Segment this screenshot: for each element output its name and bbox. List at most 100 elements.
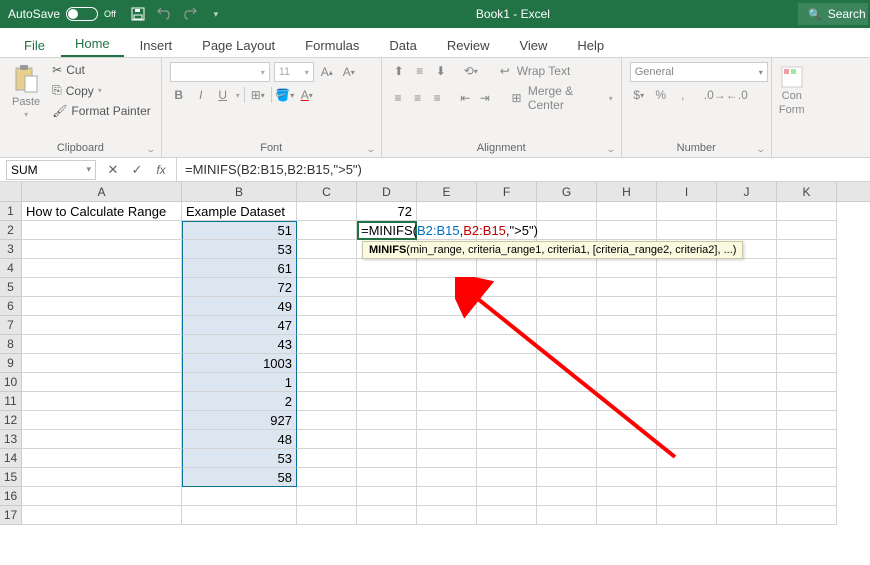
cell[interactable]: 72: [182, 278, 297, 297]
cell[interactable]: [297, 430, 357, 449]
cell[interactable]: 49: [182, 297, 297, 316]
cell[interactable]: [297, 411, 357, 430]
cell[interactable]: [297, 468, 357, 487]
fill-color-icon[interactable]: 🪣▾: [276, 86, 294, 104]
cell[interactable]: Example Dataset: [182, 202, 297, 221]
cell[interactable]: [22, 221, 182, 240]
cell[interactable]: [22, 411, 182, 430]
cell[interactable]: [297, 354, 357, 373]
cell[interactable]: [22, 240, 182, 259]
formula-input[interactable]: =MINIFS(B2:B15,B2:B15,">5"): [177, 162, 870, 177]
cell[interactable]: [477, 202, 537, 221]
row-header[interactable]: 3: [0, 240, 22, 259]
cell[interactable]: [777, 354, 837, 373]
increase-indent-icon[interactable]: ⇥: [477, 89, 494, 107]
copy-button[interactable]: ⎘Copy▾: [50, 82, 153, 99]
cell[interactable]: [22, 335, 182, 354]
align-bottom-icon[interactable]: ⬇: [432, 62, 450, 80]
cell[interactable]: [22, 278, 182, 297]
row-header[interactable]: 2: [0, 221, 22, 240]
cell[interactable]: [22, 449, 182, 468]
cell[interactable]: [777, 297, 837, 316]
cell[interactable]: [297, 297, 357, 316]
col-header[interactable]: I: [657, 182, 717, 201]
cell[interactable]: 51: [182, 221, 297, 240]
cell[interactable]: [297, 392, 357, 411]
italic-button[interactable]: I: [192, 86, 210, 104]
cell[interactable]: [477, 506, 537, 525]
col-header[interactable]: K: [777, 182, 837, 201]
cell[interactable]: [537, 221, 597, 240]
cell[interactable]: [777, 221, 837, 240]
cell[interactable]: [657, 221, 717, 240]
cell[interactable]: [777, 411, 837, 430]
row-header[interactable]: 5: [0, 278, 22, 297]
cell[interactable]: [357, 430, 417, 449]
cell[interactable]: [22, 259, 182, 278]
cell[interactable]: [717, 506, 777, 525]
cell[interactable]: 2: [182, 392, 297, 411]
cell[interactable]: [417, 202, 477, 221]
row-header[interactable]: 4: [0, 259, 22, 278]
cell[interactable]: [417, 259, 477, 278]
cell[interactable]: [717, 297, 777, 316]
cell[interactable]: [777, 487, 837, 506]
row-header[interactable]: 12: [0, 411, 22, 430]
cell[interactable]: [297, 506, 357, 525]
cell[interactable]: [777, 373, 837, 392]
cell[interactable]: [717, 202, 777, 221]
cell[interactable]: [297, 487, 357, 506]
cell[interactable]: 61: [182, 259, 297, 278]
tab-home[interactable]: Home: [61, 30, 124, 57]
toggle-switch[interactable]: [66, 7, 98, 21]
cell[interactable]: 72: [357, 202, 417, 221]
decrease-indent-icon[interactable]: ⇤: [457, 89, 474, 107]
cell[interactable]: [297, 449, 357, 468]
row-header[interactable]: 9: [0, 354, 22, 373]
paste-button[interactable]: Paste ▾: [8, 62, 44, 140]
cell[interactable]: [717, 373, 777, 392]
cell[interactable]: [717, 449, 777, 468]
row-header[interactable]: 6: [0, 297, 22, 316]
cell[interactable]: [777, 506, 837, 525]
font-color-icon[interactable]: A▾: [298, 86, 316, 104]
cell[interactable]: [777, 240, 837, 259]
cell[interactable]: 43: [182, 335, 297, 354]
borders-icon[interactable]: ⊞▾: [249, 86, 267, 104]
cell[interactable]: [417, 506, 477, 525]
underline-button[interactable]: U: [214, 86, 232, 104]
cell[interactable]: 53: [182, 240, 297, 259]
cell[interactable]: [357, 392, 417, 411]
cell[interactable]: [182, 506, 297, 525]
cell[interactable]: [357, 506, 417, 525]
cell[interactable]: [417, 487, 477, 506]
cell[interactable]: [597, 202, 657, 221]
align-left-icon[interactable]: ≡: [390, 89, 407, 107]
cell[interactable]: [357, 259, 417, 278]
cell[interactable]: [357, 297, 417, 316]
cell[interactable]: 1: [182, 373, 297, 392]
cell[interactable]: [597, 259, 657, 278]
align-top-icon[interactable]: ⬆: [390, 62, 408, 80]
cell[interactable]: [357, 468, 417, 487]
tab-page-layout[interactable]: Page Layout: [188, 32, 289, 57]
cell[interactable]: [777, 278, 837, 297]
currency-icon[interactable]: $▾: [630, 86, 648, 104]
cell[interactable]: [777, 430, 837, 449]
cell[interactable]: [357, 449, 417, 468]
cell[interactable]: [717, 221, 777, 240]
cell[interactable]: [777, 449, 837, 468]
cell[interactable]: [717, 316, 777, 335]
select-all-corner[interactable]: [0, 182, 22, 201]
save-icon[interactable]: [130, 6, 146, 22]
wrap-text-button[interactable]: Wrap Text: [517, 64, 571, 78]
cell[interactable]: [357, 373, 417, 392]
col-header[interactable]: E: [417, 182, 477, 201]
merge-center-button[interactable]: Merge & Center: [528, 84, 606, 112]
cell[interactable]: [22, 373, 182, 392]
tab-insert[interactable]: Insert: [126, 32, 187, 57]
decrease-decimal-icon[interactable]: ←.0: [728, 86, 746, 104]
cell[interactable]: 53: [182, 449, 297, 468]
comma-icon[interactable]: ,: [674, 86, 692, 104]
autosave-toggle[interactable]: AutoSave Off: [0, 7, 124, 21]
